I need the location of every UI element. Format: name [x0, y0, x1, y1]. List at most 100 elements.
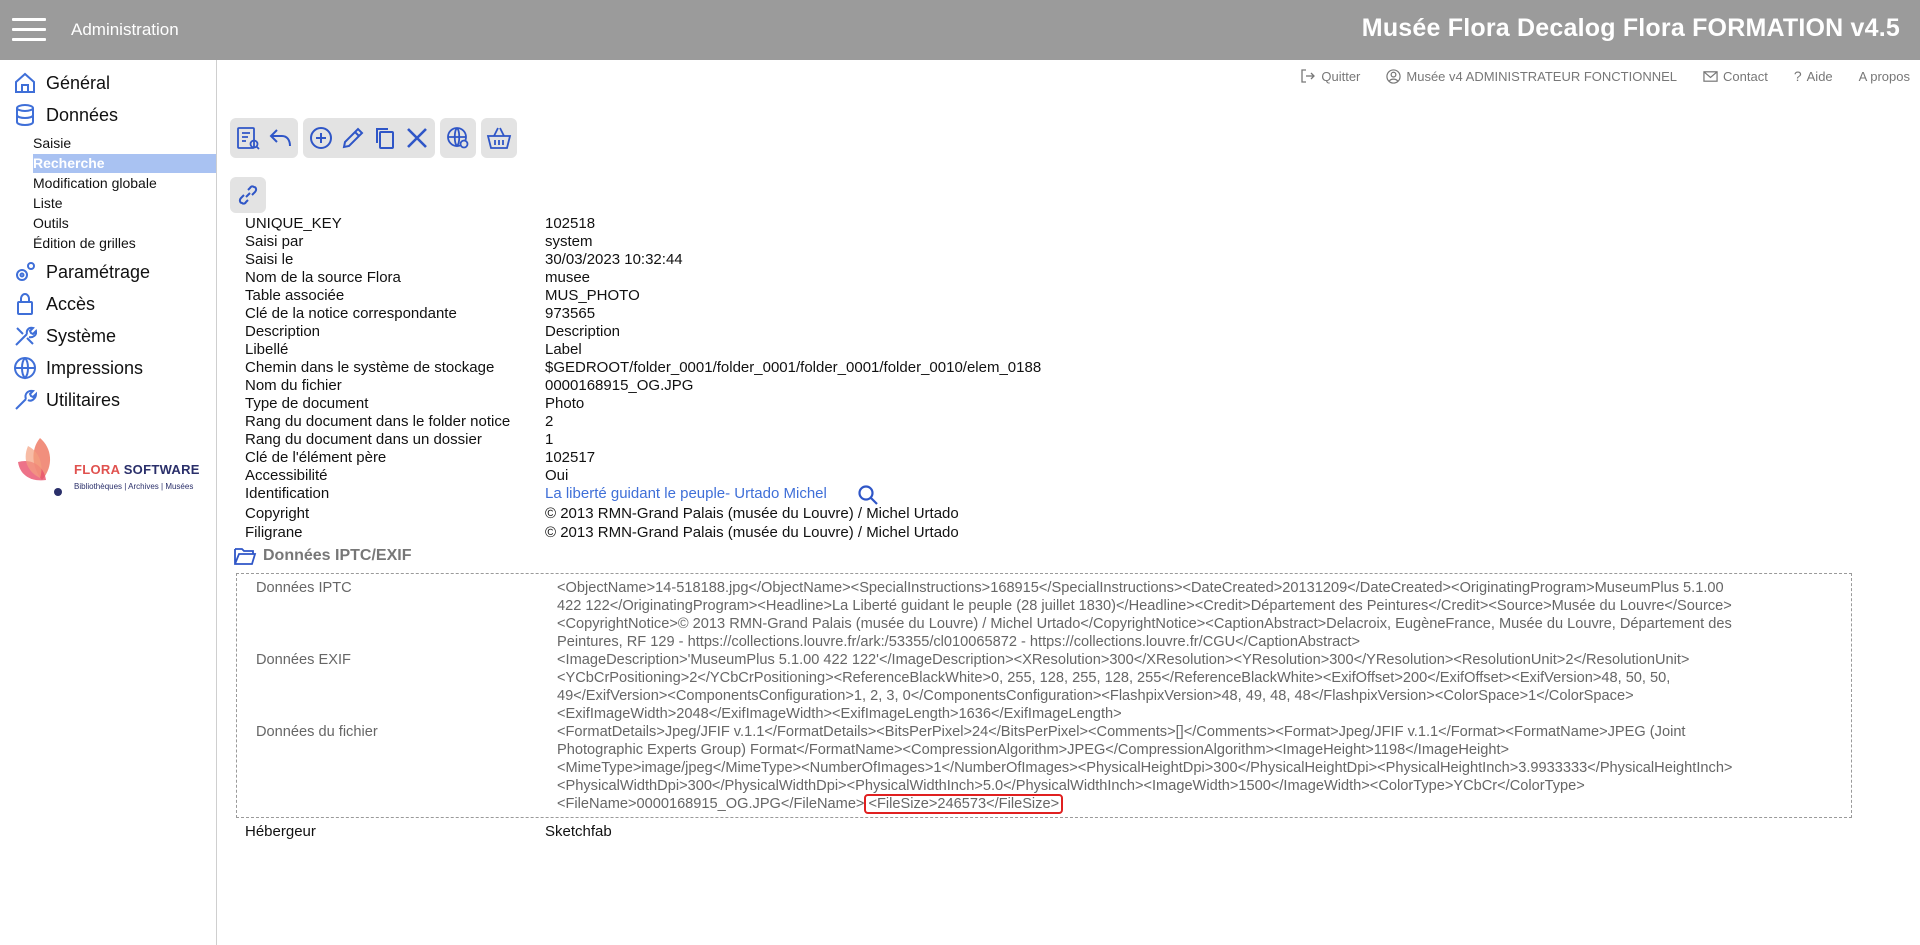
sidebar-item-label: Accès: [46, 293, 96, 314]
sidebar-item-acces[interactable]: Accès: [12, 291, 95, 317]
search-icon[interactable]: [857, 484, 879, 506]
link-button[interactable]: [230, 177, 266, 213]
duplicate-button[interactable]: [371, 124, 399, 152]
field-value: 102517: [545, 449, 596, 466]
filesize-highlight: <FileSize>246573</FileSize>: [864, 794, 1064, 814]
exif-line: <ImageDescription>'MuseumPlus 5.1.00 422…: [557, 652, 1690, 668]
exif-line: <YCbCrPositioning>2</YCbCrPositioning><R…: [557, 670, 1671, 686]
field-label: Type de document: [245, 395, 369, 412]
subnav-liste[interactable]: Liste: [33, 194, 63, 213]
field-row: Libellé Label: [245, 341, 1245, 359]
toolbar-group-edit: [303, 118, 435, 158]
field-label: Clé de la notice correspondante: [245, 305, 457, 322]
hebergeur-row: Hébergeur Sketchfab: [245, 823, 1045, 841]
sidebar-item-label: Impressions: [46, 357, 144, 378]
field-row: Filigrane © 2013 RMN-Grand Palais (musée …: [245, 524, 1245, 542]
home-icon: [12, 70, 38, 96]
field-row: Table associée MUS_PHOTO: [245, 287, 1245, 305]
help-link[interactable]: ? Aide: [1794, 68, 1833, 84]
field-label: Copyright: [245, 505, 310, 522]
field-value: 102518: [545, 215, 596, 232]
list-search-icon: [237, 127, 260, 150]
subnav-saisie[interactable]: Saisie: [33, 134, 71, 153]
field-value: 1: [545, 431, 554, 448]
field-row: UNIQUE_KEY 102518: [245, 215, 1245, 233]
field-value: Sketchfab: [545, 823, 612, 840]
exif-line: 49</ExifVersion><ComponentsConfiguration…: [557, 688, 1634, 704]
contact-label: Contact: [1723, 68, 1768, 84]
web-publish-button[interactable]: [444, 124, 472, 152]
flora-flower-icon: [18, 438, 62, 496]
sidebar-item-utilitaires[interactable]: Utilitaires: [12, 387, 120, 413]
iptc-exif-section-title[interactable]: Données IPTC/EXIF: [233, 545, 411, 567]
add-button[interactable]: [307, 124, 335, 152]
logo-brand-software: SOFTWARE: [119, 462, 200, 477]
field-label: Nom du fichier: [245, 377, 342, 394]
iptc-line: <ObjectName>14-518188.jpg</ObjectName><S…: [557, 580, 1724, 596]
folder-open-icon: [234, 548, 257, 565]
sidebar-item-label: Général: [46, 72, 111, 93]
field-label: UNIQUE_KEY: [245, 215, 342, 232]
logo-wordmark: FLORA SOFTWARE: [74, 462, 200, 477]
sidebar-item-general[interactable]: Général: [12, 70, 110, 96]
result-list-button[interactable]: [234, 124, 262, 152]
tools-icon: [12, 323, 38, 349]
user-icon: [1386, 68, 1402, 84]
file-data-value: <FormatDetails>Jpeg/JFIF v.1.1</FormatDe…: [557, 723, 1847, 814]
file-data-label: Données du fichier: [256, 724, 378, 740]
iptc-label: Données IPTC: [256, 580, 352, 596]
about-link[interactable]: A propos: [1859, 68, 1910, 84]
lock-icon: [12, 291, 38, 317]
identification-link[interactable]: La liberté guidant le peuple- Urtado Mic…: [545, 485, 827, 503]
user-label: Musée v4 ADMINISTRATEUR FONCTIONNEL: [1406, 68, 1678, 84]
user-link[interactable]: Musée v4 ADMINISTRATEUR FONCTIONNEL: [1386, 68, 1677, 84]
field-row: Description Description: [245, 323, 1245, 341]
field-row: Nom de la source Flora musee: [245, 269, 1245, 287]
field-value: Label: [545, 341, 582, 358]
subnav-recherche[interactable]: Recherche: [33, 154, 216, 173]
iptc-line: 422 122</OriginatingProgram><Headline>La…: [557, 598, 1732, 614]
menu-icon[interactable]: [12, 18, 46, 42]
iptc-value: <ObjectName>14-518188.jpg</ObjectName><S…: [557, 579, 1847, 651]
sidebar-item-impressions[interactable]: Impressions: [12, 355, 143, 381]
field-label: Filigrane: [245, 524, 303, 541]
sidebar-item-donnees[interactable]: Données: [12, 102, 118, 128]
field-row: Identification La liberté guidant le peup…: [245, 484, 1245, 506]
logo-tagline: Bibliothèques | Archives | Musées: [74, 482, 194, 491]
field-label: Saisi le: [245, 251, 294, 268]
contact-link[interactable]: Contact: [1703, 68, 1768, 84]
top-links: Quitter Musée v4 ADMINISTRATEUR FONCTION…: [1300, 68, 1910, 84]
field-row: Rang du document dans le folder notice 2: [245, 413, 1245, 431]
mail-icon: [1703, 70, 1718, 82]
toolbar-group-web: [440, 118, 476, 158]
back-button[interactable]: [266, 124, 294, 152]
field-value: Photo: [545, 395, 585, 412]
quit-link[interactable]: Quitter: [1300, 68, 1360, 84]
copy-icon: [376, 128, 394, 149]
subnav-modification-globale[interactable]: Modification globale: [33, 174, 157, 193]
sidebar-item-parametrage[interactable]: Paramétrage: [12, 259, 150, 285]
toolbar-group-navigation: [230, 118, 298, 158]
sidebar: Général Données Saisie Recherche Modific…: [0, 60, 217, 945]
plus-circle-icon: [310, 127, 332, 149]
sidebar-item-label: Paramétrage: [46, 261, 151, 282]
field-label: Nom de la source Flora: [245, 269, 401, 286]
delete-button[interactable]: [403, 124, 431, 152]
sidebar-item-systeme[interactable]: Système: [12, 323, 116, 349]
file-data-line: <MimeType>image/jpeg</MimeType><NumberOf…: [557, 760, 1733, 776]
subnav-outils[interactable]: Outils: [33, 214, 69, 233]
app-title: Musée Flora Decalog Flora FORMATION v4.5: [1361, 14, 1900, 42]
basket-button[interactable]: [485, 124, 513, 152]
edit-button[interactable]: [339, 124, 367, 152]
toolbar-group-basket: [481, 118, 517, 158]
field-row: Clé de la notice correspondante 973565: [245, 305, 1245, 323]
field-value: © 2013 RMN-Grand Palais (musée du Louvre…: [545, 505, 959, 522]
help-label: Aide: [1806, 68, 1833, 84]
sidebar-item-label: Utilitaires: [46, 389, 121, 410]
quit-label: Quitter: [1321, 68, 1361, 84]
iptc-exif-panel: Données IPTC <ObjectName>14-518188.jpg</…: [236, 573, 1852, 818]
field-value: MUS_PHOTO: [545, 287, 640, 304]
field-row: Clé de l'élément père 102517: [245, 449, 1245, 467]
flora-software-logo: FLORA SOFTWARE Bibliothèques | Archives …: [10, 432, 210, 498]
subnav-edition-grilles[interactable]: Édition de grilles: [33, 234, 136, 253]
